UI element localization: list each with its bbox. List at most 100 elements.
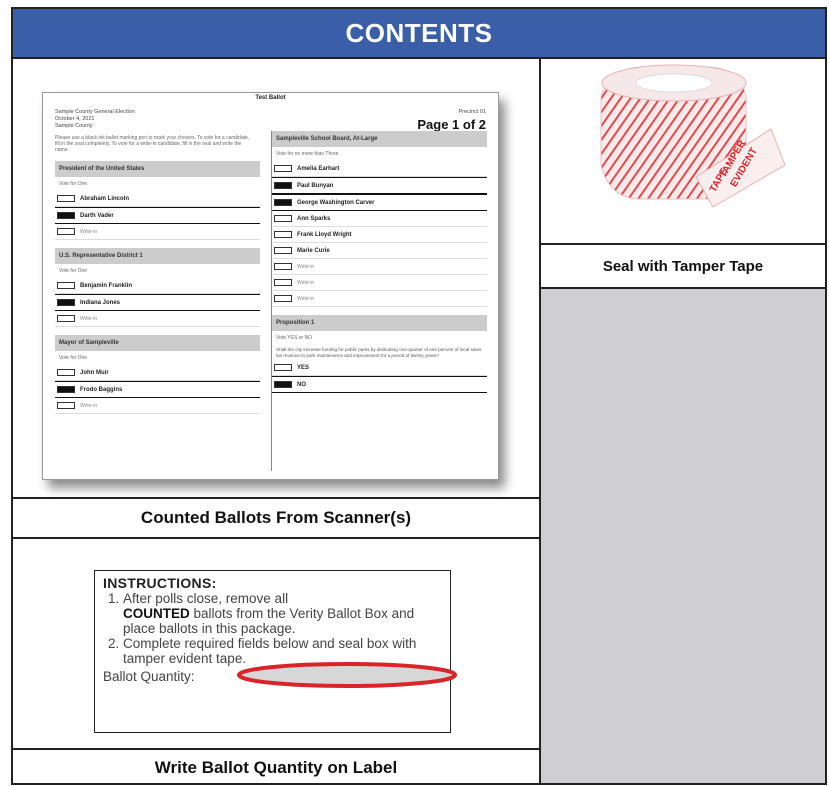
step1-bold: COUNTED bbox=[123, 606, 190, 621]
ballot-option: Frodo Baggins bbox=[55, 381, 260, 398]
quantity-highlight-oval bbox=[237, 662, 457, 688]
tamper-tape-image: TAMPER EVIDENT TAPE bbox=[600, 64, 786, 208]
option-label: Indiana Jones bbox=[80, 299, 121, 306]
vote-oval bbox=[274, 295, 292, 302]
option-label: Frank Lloyd Wright bbox=[297, 231, 352, 238]
option-label: Marie Curie bbox=[297, 247, 330, 254]
tamper-caption-text: Seal with Tamper Tape bbox=[602, 257, 764, 275]
instruction-step-1: After polls close, remove allCOUNTED bal… bbox=[123, 591, 442, 636]
option-label: Write-in bbox=[80, 315, 98, 322]
ballot-option: Benjamin Franklin bbox=[55, 278, 260, 294]
instructions-title: INSTRUCTIONS: bbox=[103, 575, 217, 591]
ballot-quantity-row: Ballot Quantity: bbox=[103, 662, 457, 688]
ballot-precinct: Precinct 01 bbox=[458, 109, 486, 115]
ballot-option: Write-in bbox=[55, 398, 260, 414]
vote-oval bbox=[57, 212, 75, 219]
county-line: October 4, 2021 bbox=[55, 116, 95, 122]
contest-instruction: Vote YES or NO bbox=[276, 335, 313, 341]
contest-heading: U.S. Representative District 1 bbox=[55, 248, 260, 264]
vote-oval bbox=[57, 299, 75, 306]
right-column: TAMPER EVIDENT TAPE Seal with Tamper Tap… bbox=[541, 57, 825, 783]
contents-sheet: CONTENTS Test Ballot Sample County Gener… bbox=[11, 7, 827, 785]
ballot-option: Frank Lloyd Wright bbox=[272, 227, 487, 243]
vote-oval bbox=[274, 231, 292, 238]
contest-instruction: Vote for no more than Three bbox=[276, 151, 339, 157]
ballot-county-info: Sample County General Election October 4… bbox=[55, 109, 135, 130]
ballot-option: Write-in bbox=[272, 259, 487, 275]
contest-heading: President of the United States bbox=[55, 161, 260, 177]
vote-oval bbox=[57, 402, 75, 409]
contents-header: CONTENTS bbox=[13, 9, 825, 59]
ballot-title: Test Ballot bbox=[255, 95, 286, 101]
quantity-caption: Write Ballot Quantity on Label bbox=[13, 748, 539, 785]
option-label: Darth Vader bbox=[80, 212, 114, 219]
contest-heading: Mayor of Sampleville bbox=[55, 335, 260, 351]
ballot-option: Indiana Jones bbox=[55, 294, 260, 311]
option-label: Benjamin Franklin bbox=[80, 282, 133, 289]
ballot-option: John Muir bbox=[55, 365, 260, 381]
vote-oval bbox=[274, 381, 292, 388]
step1-text: After polls close, remove all bbox=[123, 591, 289, 606]
ballot-option: Darth Vader bbox=[55, 207, 260, 224]
contest-instruction: Vote for One bbox=[59, 268, 88, 274]
vote-oval bbox=[274, 165, 292, 172]
ballot-option: Abraham Lincoln bbox=[55, 191, 260, 207]
county-line: Sample County General Election bbox=[55, 109, 135, 115]
ballot-right-column: Sampleville School Board, At-Large Vote f… bbox=[271, 131, 487, 471]
vote-oval bbox=[57, 315, 75, 322]
ballot-page-label: Page 1 of 2 bbox=[417, 117, 486, 132]
option-label: Abraham Lincoln bbox=[80, 195, 130, 202]
option-label: YES bbox=[297, 364, 310, 371]
quantity-caption-text: Write Ballot Quantity on Label bbox=[154, 757, 398, 777]
ballot-option: Write-in bbox=[55, 311, 260, 327]
vote-oval bbox=[274, 263, 292, 270]
ballots-caption-text: Counted Ballots From Scanner(s) bbox=[140, 508, 412, 527]
option-label: Frodo Baggins bbox=[80, 386, 123, 393]
option-label: John Muir bbox=[80, 369, 109, 376]
vote-oval bbox=[274, 199, 292, 206]
vote-oval bbox=[57, 386, 75, 393]
contest-heading: Proposition 1 bbox=[272, 315, 487, 331]
contest-heading: Sampleville School Board, At-Large bbox=[272, 131, 487, 147]
ballot-option: Amelia Earhart bbox=[272, 161, 487, 177]
ballots-caption: Counted Ballots From Scanner(s) bbox=[13, 497, 539, 539]
tamper-caption: Seal with Tamper Tape bbox=[541, 243, 825, 289]
option-label: Ann Sparks bbox=[297, 215, 331, 222]
option-label: Write-in bbox=[80, 228, 98, 235]
ballot-instructions: Please use a black ink ballot marking pe… bbox=[55, 135, 250, 153]
option-label: Write-in bbox=[297, 279, 315, 286]
empty-gray-panel bbox=[541, 289, 825, 783]
option-label: Amelia Earhart bbox=[297, 165, 340, 172]
ballot-option: George Washington Carver bbox=[272, 194, 487, 211]
option-label: George Washington Carver bbox=[297, 199, 375, 206]
county-line: Sample County bbox=[55, 123, 93, 129]
vote-oval bbox=[57, 228, 75, 235]
ballot-left-column: President of the United States Vote for O… bbox=[55, 161, 260, 422]
left-column: Test Ballot Sample County General Electi… bbox=[13, 57, 539, 783]
vote-oval bbox=[274, 247, 292, 254]
option-label: Write-in bbox=[297, 295, 315, 302]
vote-oval bbox=[274, 279, 292, 286]
ballot-option: YES bbox=[272, 360, 487, 376]
instructions-cell: INSTRUCTIONS: After polls close, remove … bbox=[13, 539, 539, 748]
vote-oval bbox=[274, 364, 292, 371]
ballot-option: Marie Curie bbox=[272, 243, 487, 259]
option-label: Write-in bbox=[297, 263, 315, 270]
contest-instruction: Vote for One bbox=[59, 181, 88, 187]
sample-ballot: Test Ballot Sample County General Electi… bbox=[42, 92, 499, 480]
contents-title: CONTENTS bbox=[345, 17, 493, 48]
ballot-option: Write-in bbox=[272, 291, 487, 307]
instructions-label: INSTRUCTIONS: After polls close, remove … bbox=[94, 570, 457, 733]
proposition-text: Shall the city increase funding for publ… bbox=[276, 347, 482, 358]
vote-oval bbox=[57, 282, 75, 289]
vote-oval bbox=[274, 182, 292, 189]
tape-cell: TAMPER EVIDENT TAPE bbox=[541, 57, 825, 243]
vote-oval bbox=[274, 215, 292, 222]
ballot-option: Write-in bbox=[272, 275, 487, 291]
option-label: Write-in bbox=[80, 402, 98, 409]
